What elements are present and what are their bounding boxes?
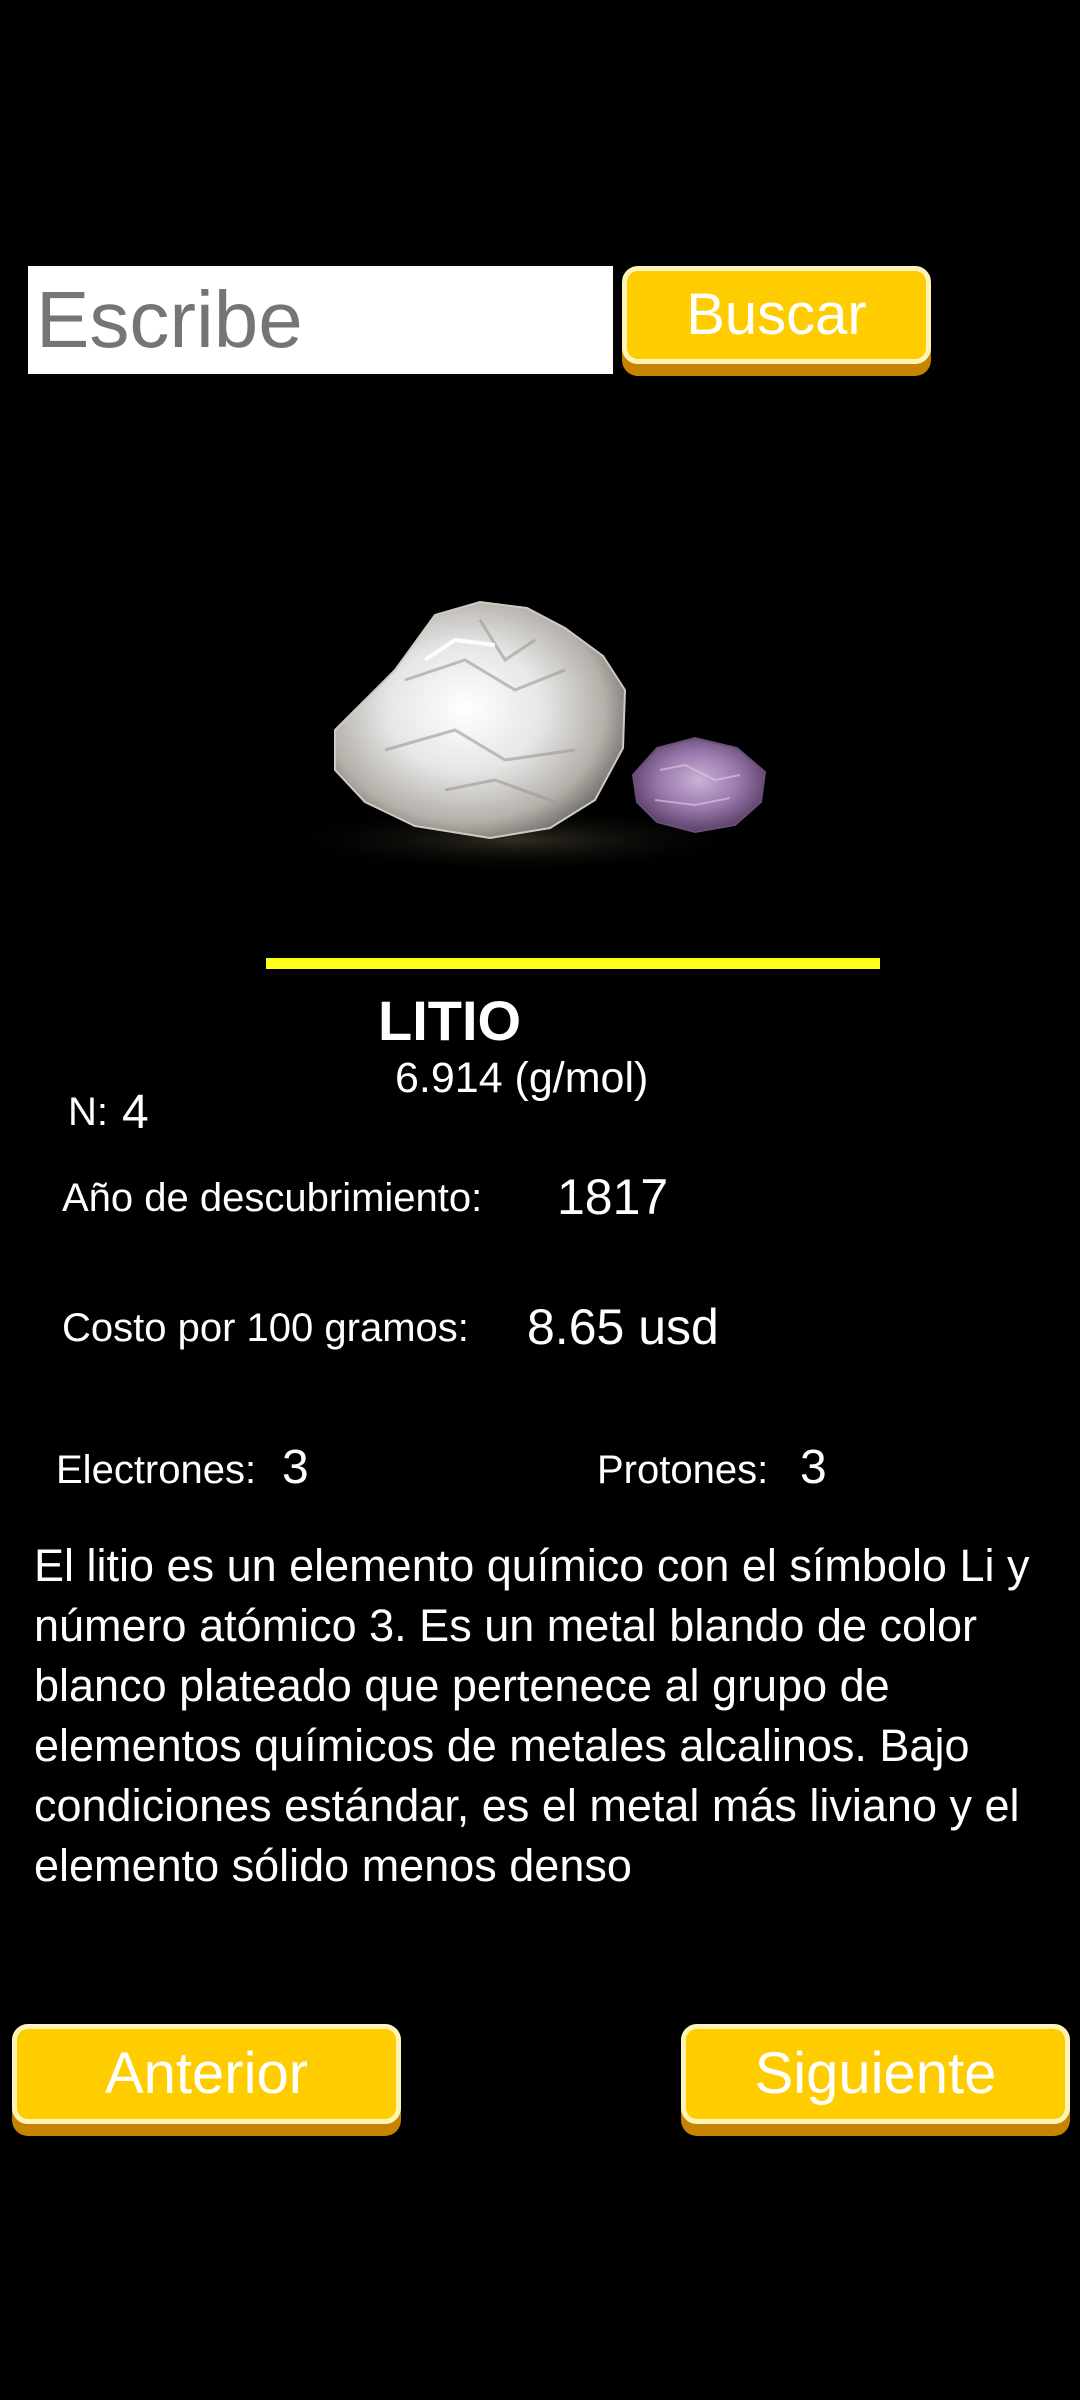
protons-label: Protones: (597, 1448, 769, 1492)
n-label: N: (68, 1090, 108, 1134)
element-description: El litio es un elemento químico con el s… (34, 1540, 1030, 1891)
previous-button[interactable]: Anterior (12, 2024, 401, 2124)
mineral-image (275, 600, 767, 874)
atomic-mass: 6.914 (g/mol) (395, 1054, 649, 1102)
search-input[interactable] (28, 266, 613, 374)
cost-value: 8.65 usd (527, 1299, 719, 1355)
protons-value: 3 (800, 1441, 827, 1494)
electrons-label: Electrones: (56, 1448, 257, 1492)
electrons-value: 3 (282, 1441, 309, 1494)
element-name: LITIO (378, 989, 522, 1052)
next-button[interactable]: Siguiente (681, 2024, 1070, 2124)
divider-line (266, 958, 880, 969)
search-button[interactable]: Buscar (622, 266, 931, 364)
n-value: 4 (122, 1086, 149, 1139)
discovery-year-value: 1817 (557, 1169, 669, 1225)
discovery-year-label: Año de descubrimiento: (62, 1176, 483, 1220)
cost-label: Costo por 100 gramos: (62, 1306, 469, 1350)
